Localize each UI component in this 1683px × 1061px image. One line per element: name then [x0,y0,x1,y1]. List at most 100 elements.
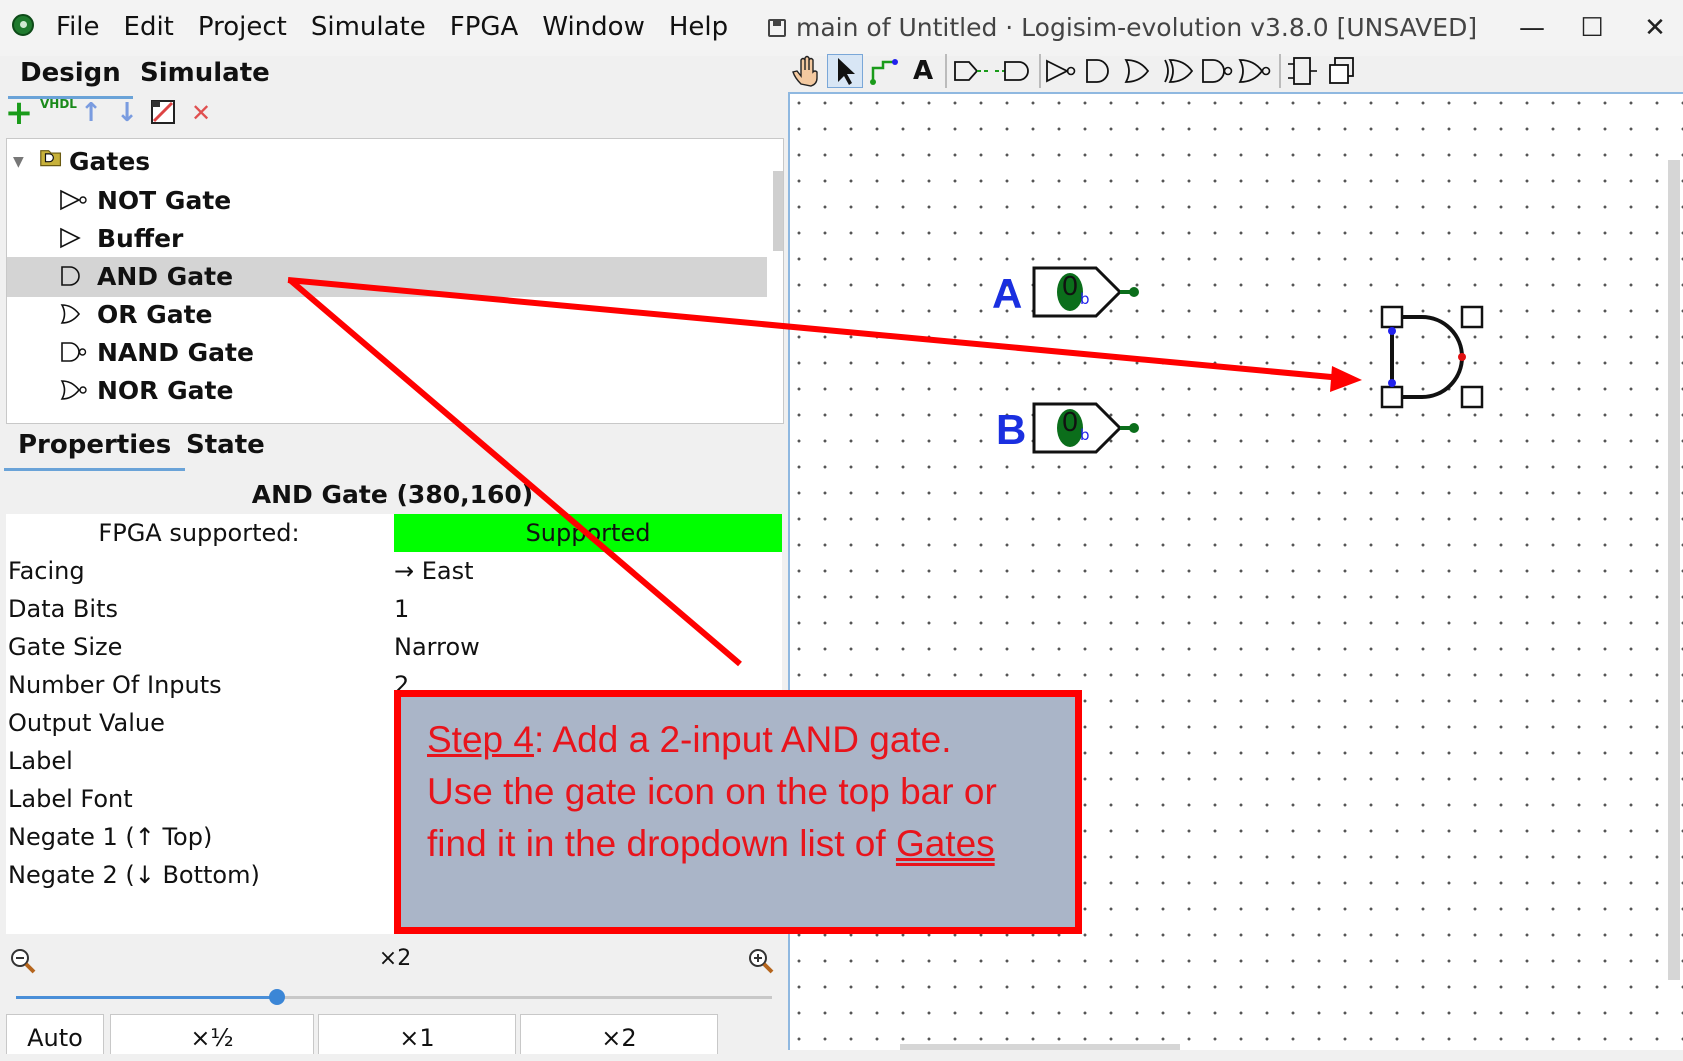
maximize-button[interactable]: ☐ [1572,10,1612,46]
edit-appearance-icon[interactable] [148,98,178,128]
tree-item-label: NAND Gate [97,338,254,367]
menu-bar: File Edit Project Simulate FPGA Window H… [56,8,752,46]
fpga-supported-row: FPGA supported: Supported [6,514,782,552]
pin-b-value: 0 [1062,406,1078,437]
subcircuit-icon[interactable] [1285,54,1321,88]
tree-item-label: NOT Gate [97,186,232,215]
callout-step-label: Step 4 [427,719,534,760]
prop-row-gate-size[interactable]: Gate Size Narrow [6,628,782,666]
menu-project[interactable]: Project [198,8,287,46]
pin-b-radix: b [1080,426,1090,444]
select-tool[interactable] [827,54,863,88]
callout-line-1: Step 4: Add a 2-input AND gate. [427,719,952,761]
tree-item-and-gate[interactable]: AND Gate [7,257,767,297]
nor-gate-tool-icon[interactable] [1237,54,1273,88]
layout-copy-icon[interactable] [1325,54,1361,88]
tree-item-nand-gate[interactable]: NAND Gate [7,333,767,373]
zoom-2x-button[interactable]: ×2 [520,1014,718,1054]
and-gate-icon [61,266,80,286]
remove-icon[interactable]: ✕ [186,98,216,128]
prop-value[interactable]: 1 [394,590,409,628]
prop-row-data-bits[interactable]: Data Bits 1 [6,590,782,628]
prop-name: FPGA supported: [98,519,300,547]
save-disk-icon [768,19,786,37]
tree-item-not-gate[interactable]: NOT Gate [7,181,767,221]
nand-gate-tool-icon[interactable] [1199,54,1235,88]
add-circuit-icon[interactable]: + [4,96,34,130]
close-button[interactable]: ✕ [1635,10,1675,46]
not-gate-icon [60,189,87,211]
buffer-icon [60,227,81,249]
tree-item-label: OR Gate [97,300,213,329]
callout-gates-link: Gates [895,823,995,864]
toolbar-separator [1279,54,1281,88]
input-pin-icon[interactable] [951,54,993,88]
prop-value[interactable]: Narrow [394,628,480,666]
callout-line-2: Use the gate icon on the top bar or [427,771,997,812]
menu-simulate[interactable]: Simulate [311,8,426,46]
move-down-icon[interactable]: ↓ [112,98,142,128]
menu-edit[interactable]: Edit [124,8,174,46]
canvas-horizontal-scrollbar[interactable] [900,1044,1180,1050]
logisim-app-icon[interactable] [12,14,34,36]
collapse-arrow-icon[interactable]: ▼ [13,142,24,182]
tree-scrollbar[interactable] [773,171,783,251]
zoom-1x-button[interactable]: ×1 [318,1014,516,1054]
prop-row-facing[interactable]: Facing → East [6,552,782,590]
prop-name: Number Of Inputs [8,671,222,699]
fpga-status-badge: Supported [394,514,782,552]
zoom-level-label: ×2 [378,946,412,971]
menu-file[interactable]: File [56,8,100,46]
tree-item-nor-gate[interactable]: NOR Gate [7,371,767,411]
prop-value[interactable]: → East [394,552,474,590]
zoom-auto-button[interactable]: Auto [6,1014,104,1054]
output-pin-icon[interactable] [993,54,1035,88]
tab-simulate[interactable]: Simulate [140,56,270,96]
tab-state[interactable]: State [186,428,265,468]
canvas-vertical-scrollbar[interactable] [1668,160,1680,980]
wiring-tool-icon[interactable] [867,54,903,88]
prop-name: Output Value [8,709,165,737]
explorer-toolbar: + VHDL ↑ ↓ ✕ [0,96,785,136]
zoom-slider-track[interactable] [16,989,772,1005]
properties-state-tabs: Properties State [0,428,785,471]
prop-name: Gate Size [8,633,123,661]
poke-hand-icon[interactable] [789,54,825,88]
window-title: main of Untitled · Logisim-evolution v3.… [768,10,1477,46]
tree-item-buffer[interactable]: Buffer [7,219,767,259]
and-gate-component[interactable] [1376,304,1486,414]
toolbar-separator [1039,54,1041,88]
or-gate-icon [60,304,81,324]
prop-name: Label Font [8,785,133,813]
zoom-out-icon[interactable] [8,946,38,976]
tree-folder-label: Gates [69,147,151,176]
tree-item-or-gate[interactable]: OR Gate [7,295,767,335]
toolbar-separator [945,54,947,88]
prop-name: Negate 1 (↑ Top) [8,823,213,851]
zoom-half-button[interactable]: ×½ [110,1014,314,1054]
tab-properties[interactable]: Properties [4,428,186,471]
properties-title: AND Gate (380,160) [251,480,534,509]
zoom-in-icon[interactable] [746,946,776,976]
not-gate-tool-icon[interactable] [1043,54,1079,88]
or-gate-tool-icon[interactable] [1121,54,1157,88]
callout-line-3: find it in the dropdown list of Gates [427,823,995,865]
minimize-button[interactable]: — [1512,10,1552,46]
xor-gate-tool-icon[interactable] [1161,54,1197,88]
menu-fpga[interactable]: FPGA [450,8,519,46]
menu-window[interactable]: Window [542,8,645,46]
move-up-icon[interactable]: ↑ [76,98,106,128]
zoom-slider-handle[interactable] [269,989,285,1005]
tree-folder-gates[interactable]: ▼ Gates [7,142,767,182]
prop-name: Data Bits [8,595,118,623]
and-gate-tool-icon[interactable] [1081,54,1117,88]
nor-gate-icon [60,380,87,400]
callout-line-3-text: find it in the dropdown list of [427,823,896,864]
menu-help[interactable]: Help [669,8,728,46]
arrow-pointer-icon [838,58,855,85]
zoom-slider-fill [16,996,277,999]
library-folder-icon [40,150,62,167]
text-tool-icon[interactable]: A [905,54,941,88]
component-tree: ▼ Gates NOT Gate Buffer AND Gate OR Gate… [6,138,784,424]
add-vhdl-icon[interactable]: VHDL [40,98,77,128]
